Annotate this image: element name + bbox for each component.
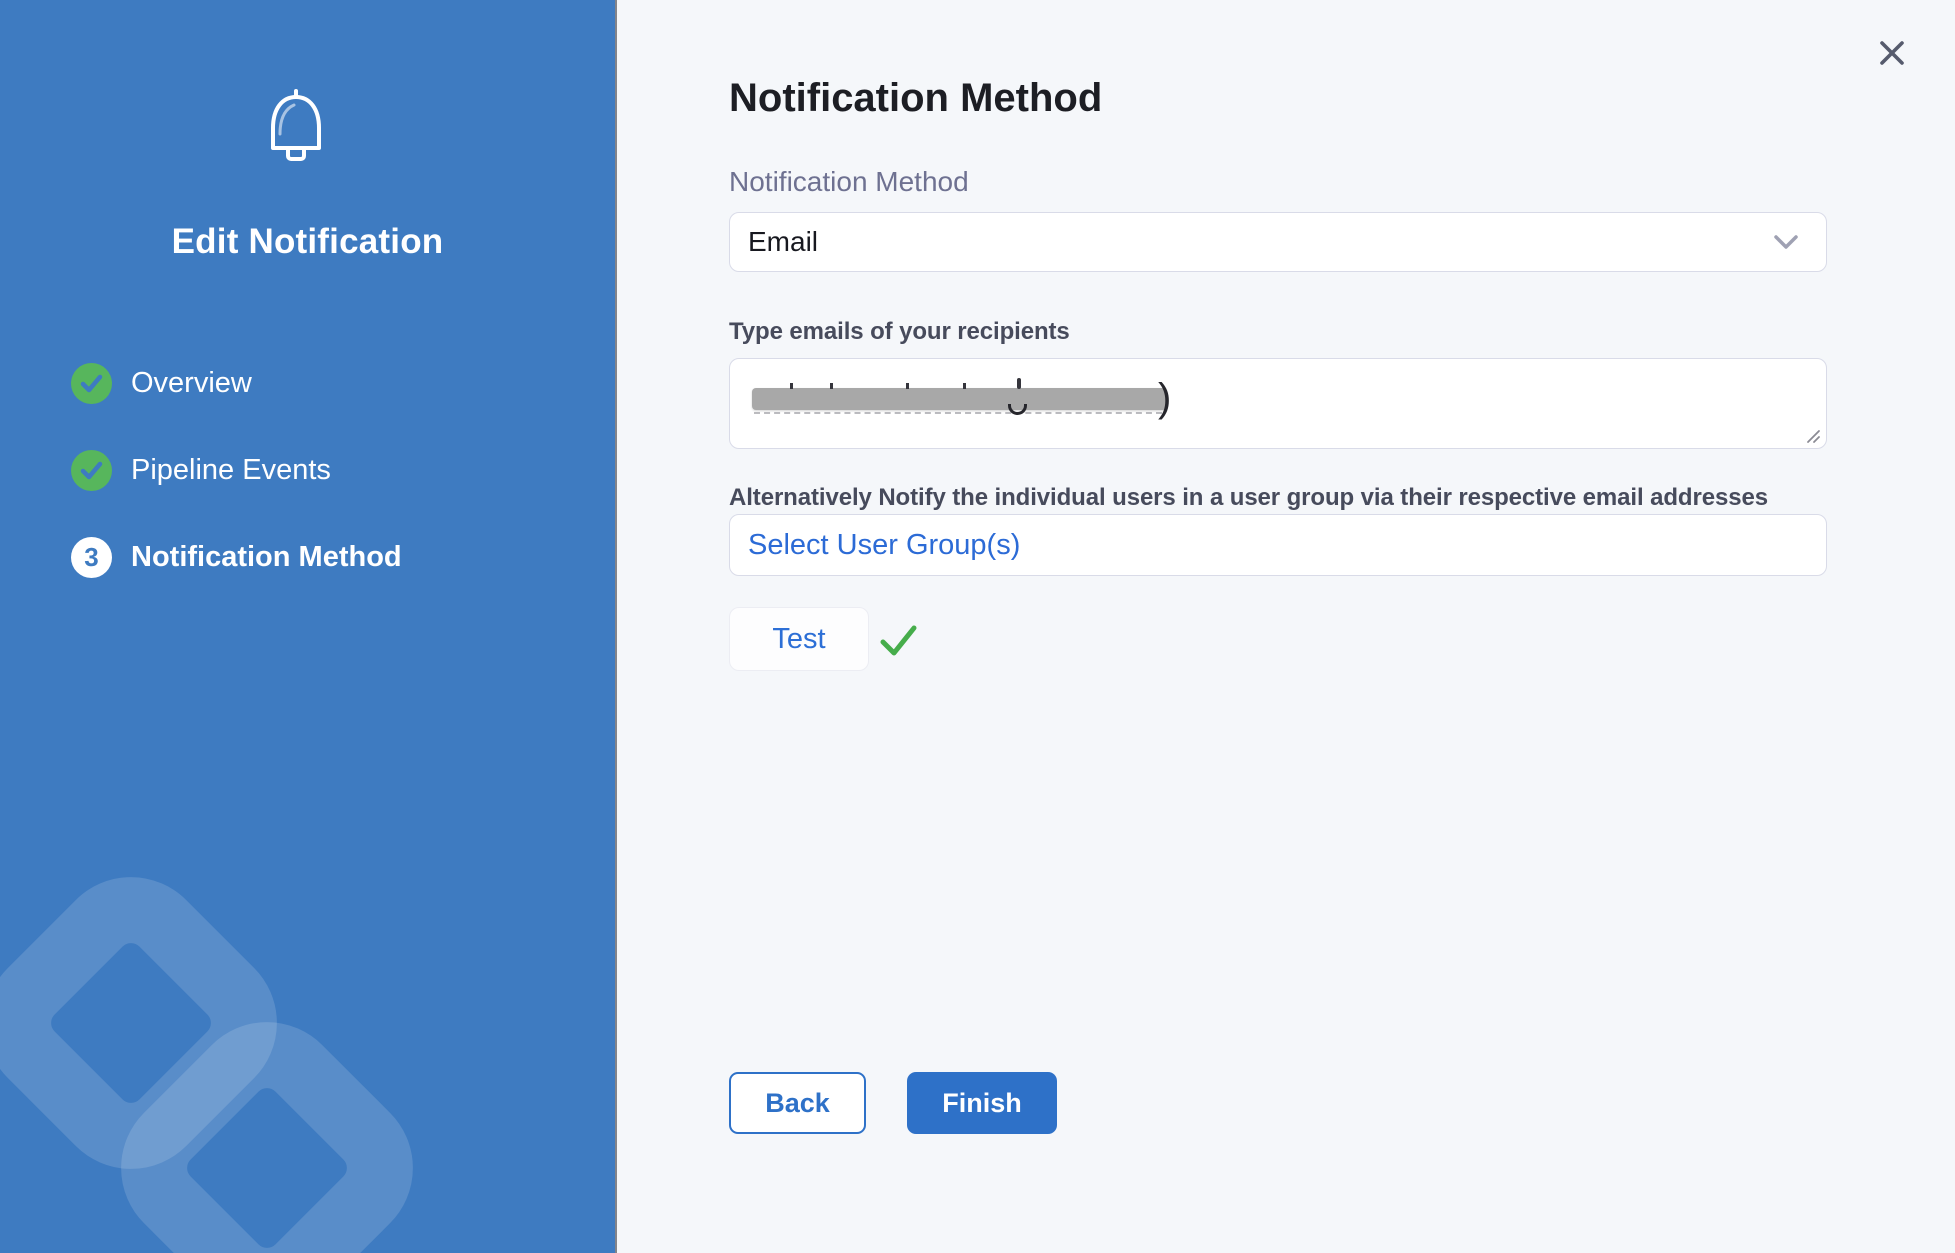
redacted-email-bar <box>752 388 1167 410</box>
back-button-label: Back <box>765 1088 830 1119</box>
step-label: Overview <box>131 367 252 400</box>
redacted-glyph-tip <box>906 383 909 389</box>
step-label: Notification Method <box>131 541 402 574</box>
brand-watermark-logo <box>0 0 615 1253</box>
redacted-glyph-tip <box>963 383 966 389</box>
chevron-down-icon <box>1774 235 1798 250</box>
select-user-groups-button[interactable]: Select User Group(s) <box>729 514 1827 576</box>
redacted-glyph-tip <box>790 383 793 389</box>
sidebar-step-pipeline-events[interactable]: Pipeline Events <box>71 450 331 491</box>
redacted-glyph-tip <box>830 383 833 389</box>
test-success-check-icon <box>880 624 918 658</box>
close-icon[interactable] <box>1879 40 1905 66</box>
recipients-label: Type emails of your recipients <box>729 318 1070 346</box>
back-button[interactable]: Back <box>729 1072 866 1134</box>
redacted-tail-char: ) <box>1158 378 1171 418</box>
step-number-badge: 3 <box>71 537 112 578</box>
finish-button-label: Finish <box>942 1088 1022 1119</box>
recipients-textarea[interactable]: ) <box>729 358 1827 449</box>
textarea-resize-handle[interactable] <box>1803 426 1821 444</box>
method-field-label: Notification Method <box>729 166 969 198</box>
page-title: Notification Method <box>729 76 1102 121</box>
test-button-label: Test <box>772 623 825 656</box>
sidebar-step-notification-method[interactable]: 3 Notification Method <box>71 537 402 578</box>
finish-button[interactable]: Finish <box>907 1072 1057 1134</box>
sidebar-step-overview[interactable]: Overview <box>71 363 252 404</box>
test-button[interactable]: Test <box>729 607 869 671</box>
step-complete-icon <box>71 450 112 491</box>
notification-bell-icon <box>265 88 327 166</box>
redacted-glyph-tip <box>1017 378 1021 389</box>
step-complete-icon <box>71 363 112 404</box>
selected-method-value: Email <box>748 226 1774 258</box>
notification-method-select[interactable]: Email <box>729 212 1827 272</box>
select-user-groups-label: Select User Group(s) <box>748 529 1020 562</box>
redacted-underline <box>754 412 1162 414</box>
wizard-sidebar: Edit Notification Overview Pipeline Even… <box>0 0 615 1253</box>
user-group-hint-label: Alternatively Notify the individual user… <box>729 484 1768 512</box>
wizard-title: Edit Notification <box>0 222 615 262</box>
step-label: Pipeline Events <box>131 454 331 487</box>
panel-divider <box>615 0 617 1253</box>
